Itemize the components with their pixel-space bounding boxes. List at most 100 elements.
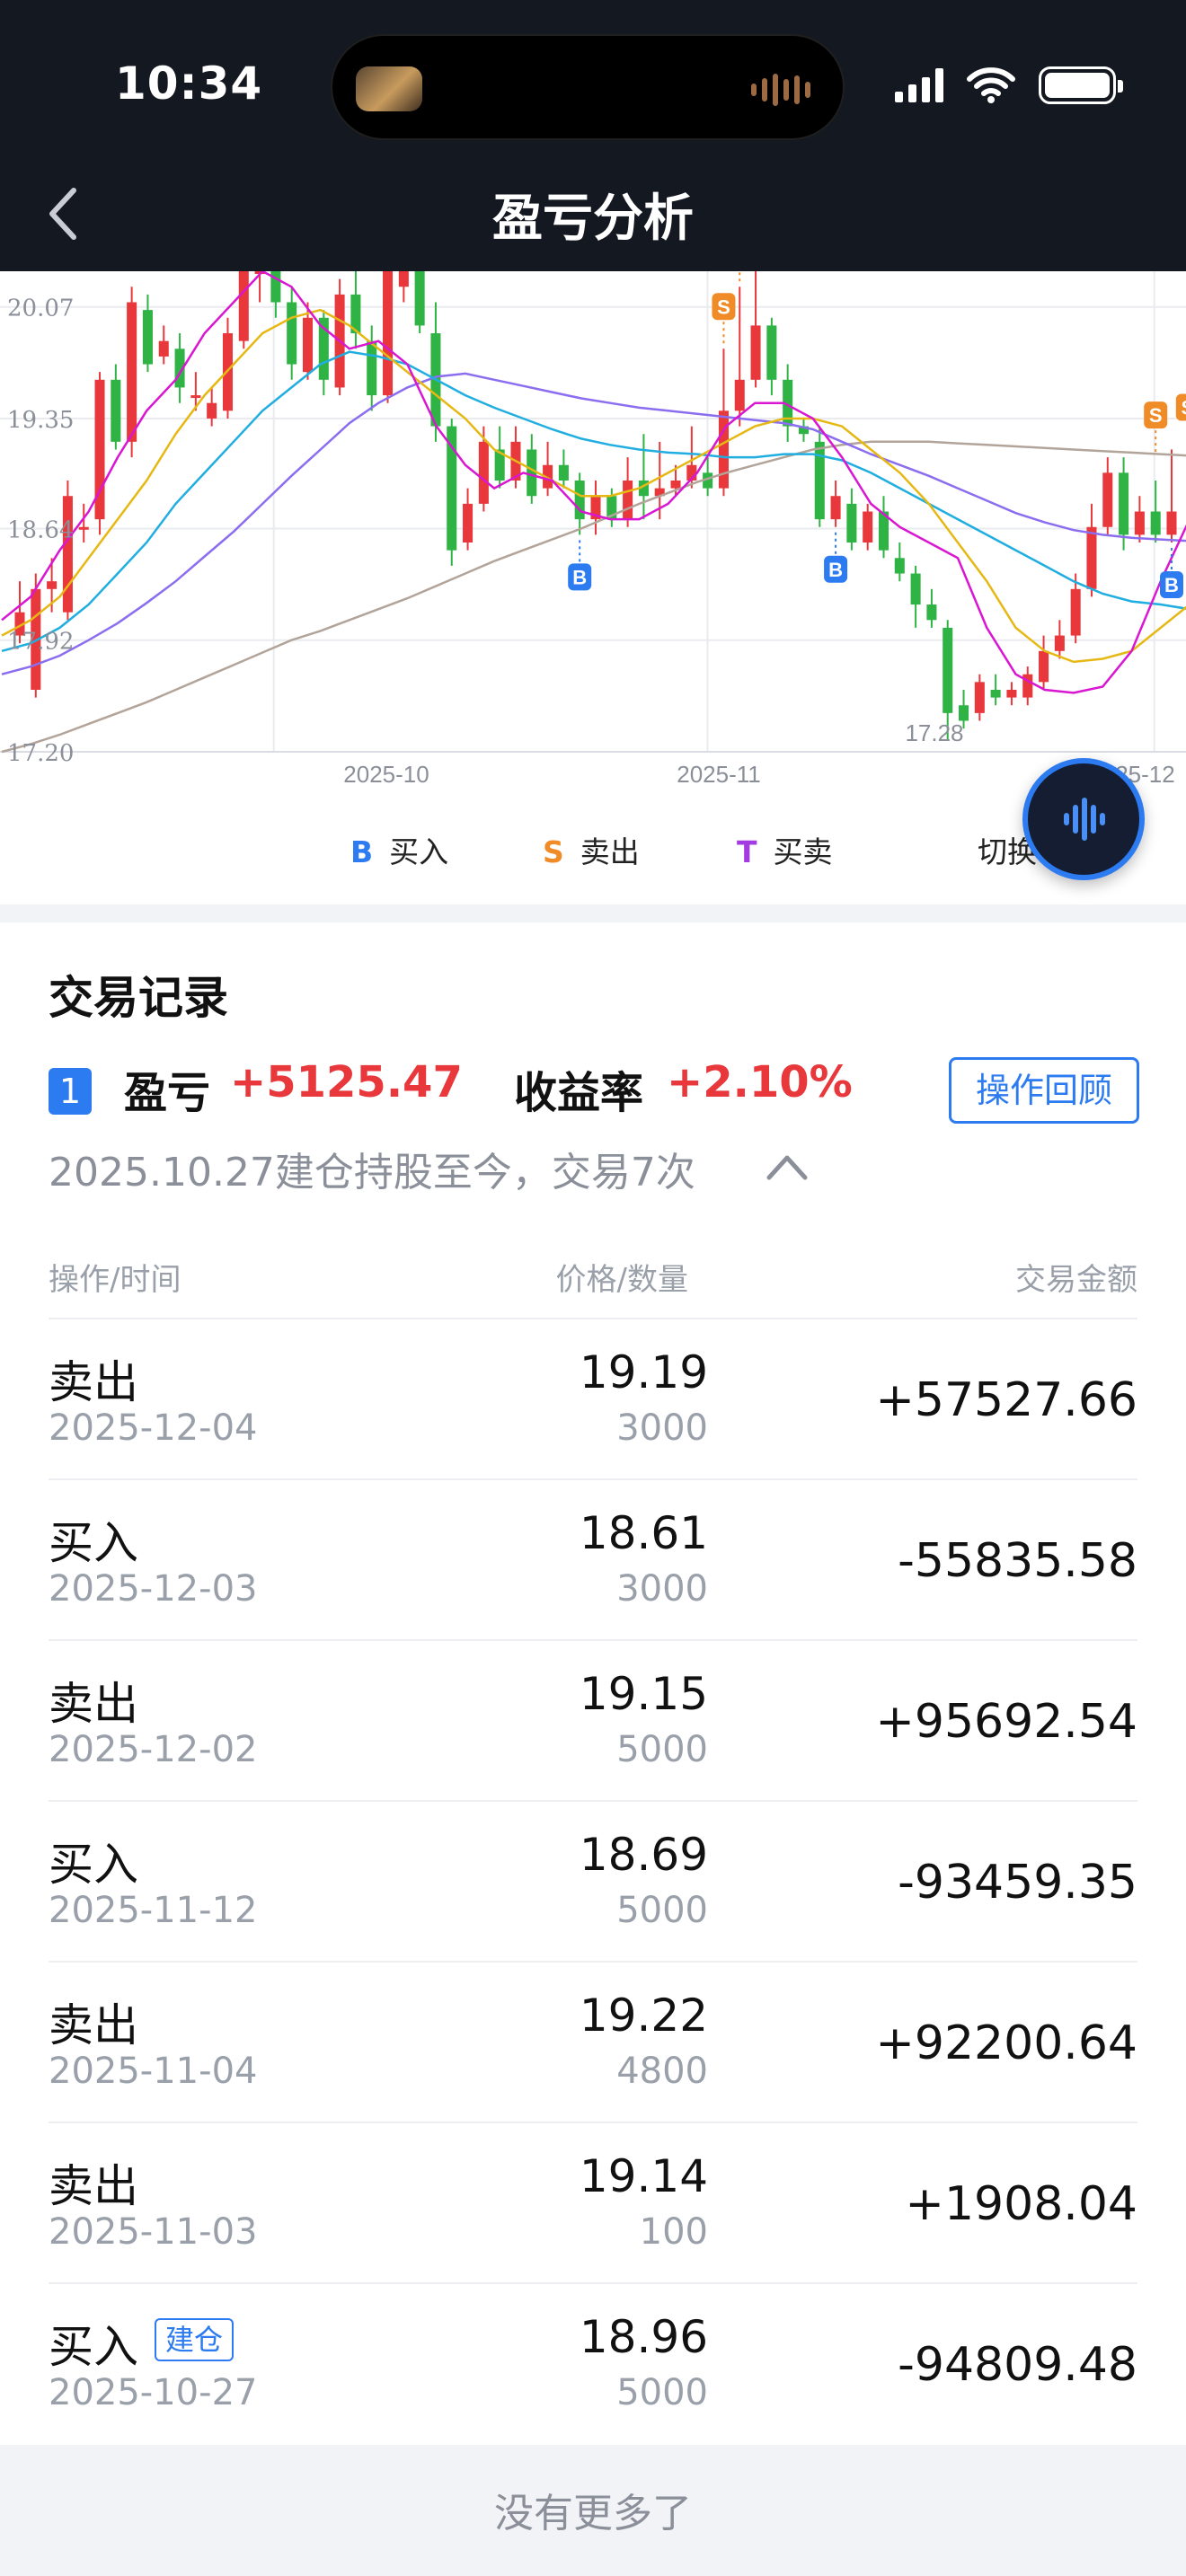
column-price-qty: 价格/数量 (555, 1262, 688, 1298)
sell-marker-label: S (717, 296, 730, 318)
buy-marker-label: B (828, 559, 843, 581)
trade-price: 19.22 (579, 1989, 708, 2042)
candle-body (142, 310, 153, 365)
candle-body (47, 581, 58, 589)
candle-body (302, 317, 314, 373)
chevron-up-icon[interactable] (764, 1149, 810, 1185)
now-playing-thumbnail (356, 66, 422, 111)
candle-body (158, 340, 169, 357)
no-more-text: 没有更多了 (494, 2491, 692, 2536)
trade-price: 18.61 (579, 1507, 708, 1559)
sell-marker-label: S (1181, 396, 1186, 419)
candle-body (1086, 526, 1097, 589)
trade-amount: -55835.58 (898, 1534, 1137, 1588)
open-position-tag: 建仓 (155, 2318, 235, 2361)
operation-review-button[interactable]: 操作回顾 (949, 1057, 1139, 1124)
audio-wave-icon (751, 72, 810, 108)
legend-buy: B 买入 (350, 828, 448, 871)
voice-wave-icon (1064, 798, 1105, 841)
operation-type: 卖出 (49, 1999, 138, 2051)
candle-body (78, 526, 89, 530)
candle-body (623, 480, 633, 520)
candle-body (238, 271, 249, 341)
trade-amount: -93459.35 (898, 1856, 1137, 1910)
holding-summary: 2025.10.27建仓持股至今，交易7次 (49, 1150, 695, 1195)
candle-body (814, 441, 825, 520)
table-row[interactable]: 卖出 2025-11-04 19.22 4800 +92200.64 (49, 1963, 1137, 2123)
trade-quantity: 5000 (616, 2372, 708, 2413)
buy-marker-label: B (1164, 574, 1179, 596)
candle-body (830, 496, 841, 520)
trade-date: 2025-11-12 (49, 1890, 258, 1931)
y-axis-label: 18.64 (7, 516, 74, 543)
legend-buy-key: B (350, 834, 374, 869)
candle-body (734, 379, 745, 411)
candle-body (558, 464, 569, 481)
candle-body (846, 503, 857, 543)
wifi-icon (967, 67, 1015, 103)
return-rate-label: 收益率 (514, 1068, 644, 1118)
profit-loss-label: 盈亏 (124, 1068, 211, 1118)
candle-body (190, 395, 201, 399)
table-row[interactable]: 买入 2025-11-12 18.69 5000 -93459.35 (49, 1802, 1137, 1963)
section-title: 交易记录 (49, 972, 228, 1024)
section-separator (0, 904, 1186, 922)
kline-chart[interactable]: BSSBSBS 20.0719.3518.6417.9217.202025-10… (0, 271, 1186, 904)
candle-body (1070, 588, 1081, 636)
kline-chart-svg[interactable]: BSSBSBS 20.0719.3518.6417.9217.202025-10… (0, 271, 1186, 828)
top-bar: 10:34 盈亏分析 (0, 0, 1186, 271)
candle-body (287, 302, 297, 365)
legend-trade-label: 买卖 (773, 834, 833, 869)
profit-loss-value: +5125.47 (230, 1057, 463, 1107)
trade-price: 18.96 (579, 2311, 708, 2363)
candle-body (863, 511, 873, 543)
candle-body (207, 402, 217, 419)
y-axis-label: 17.20 (7, 740, 74, 767)
trade-amount: +1908.04 (905, 2177, 1137, 2231)
trade-quantity: 3000 (616, 1407, 708, 1449)
candle-body (1006, 689, 1017, 698)
min-price-label: 17.28 (905, 719, 963, 746)
candle-body (574, 480, 585, 520)
trade-amount: -94809.48 (898, 2338, 1137, 2392)
candle-body (910, 573, 921, 605)
candle-body (398, 271, 409, 287)
trade-amount: +95692.54 (875, 1695, 1137, 1749)
operation-type: 卖出 (49, 1678, 138, 1730)
legend-sell-key: S (543, 834, 564, 869)
table-row[interactable]: 卖出 2025-11-03 19.14 100 +1908.04 (49, 2123, 1137, 2284)
operation-type: 卖出 (49, 2160, 138, 2212)
trade-date: 2025-10-27 (49, 2372, 258, 2413)
operation-type: 买入 (49, 2321, 138, 2373)
table-row[interactable]: 买入 2025-12-03 18.61 3000 -55835.58 (49, 1480, 1137, 1641)
x-axis-label: 2025-10 (343, 761, 429, 788)
chart-legend: B 买入 S 卖出 T 买卖 切换 (0, 828, 1186, 882)
table-row[interactable]: 买入 建仓 2025-10-27 18.96 5000 -94809.48 (49, 2284, 1137, 2445)
y-axis-label: 19.35 (7, 407, 74, 434)
trade-amount: +57527.66 (875, 1373, 1137, 1427)
buy-marker-label: B (572, 566, 587, 588)
candle-body (766, 325, 777, 380)
trade-date: 2025-12-04 (49, 1407, 258, 1449)
status-icons (895, 66, 1123, 104)
voice-assistant-button[interactable] (1022, 758, 1145, 880)
table-row[interactable]: 卖出 2025-12-04 19.19 3000 +57527.66 (49, 1319, 1137, 1480)
trade-price: 18.69 (579, 1829, 708, 1881)
table-row[interactable]: 卖出 2025-12-02 19.15 5000 +95692.54 (49, 1641, 1137, 1802)
trade-amount: +92200.64 (875, 2016, 1137, 2070)
candle-body (943, 627, 953, 713)
ma60-line (1, 440, 1186, 754)
candle-body (1166, 511, 1177, 535)
trade-quantity: 100 (639, 2211, 708, 2253)
return-rate-value: +2.10% (667, 1057, 853, 1107)
trade-date: 2025-12-03 (49, 1568, 258, 1610)
trade-date: 2025-11-03 (49, 2211, 258, 2253)
list-footer: 没有更多了 (0, 2445, 1186, 2576)
trade-quantity: 5000 (616, 1729, 708, 1770)
candle-body (974, 682, 985, 713)
trade-date: 2025-12-02 (49, 1729, 258, 1770)
candle-body (1039, 650, 1049, 683)
candle-body (670, 480, 681, 489)
dynamic-island[interactable] (331, 34, 845, 140)
candle-body (1134, 511, 1145, 535)
